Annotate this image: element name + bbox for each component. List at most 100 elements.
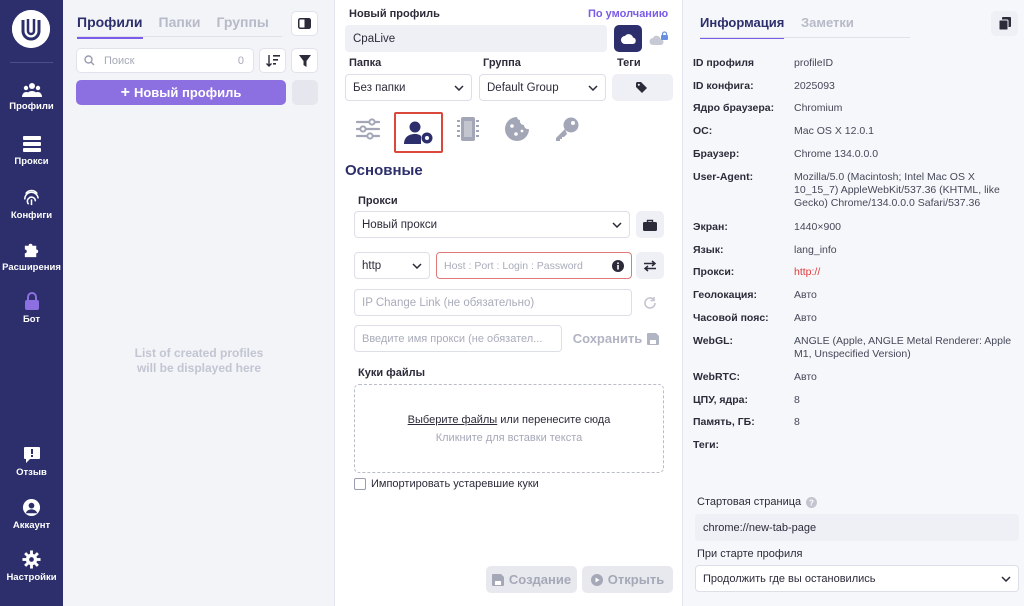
new-profile-extra-button[interactable] (292, 80, 318, 105)
fingerprint-icon (24, 189, 39, 206)
profile-name-input[interactable]: CpaLive (345, 25, 607, 52)
search-box[interactable]: Поиск 0 (76, 48, 254, 73)
new-profile-button[interactable]: + Новый профиль (76, 80, 286, 105)
cloud-button[interactable] (614, 25, 642, 52)
chevron-down-icon (612, 221, 622, 228)
filter-icon (298, 54, 311, 67)
group-select[interactable]: Default Group (479, 74, 606, 101)
info-value: Авто (794, 312, 817, 324)
local-storage-button[interactable] (646, 25, 672, 52)
drop-text: или перенесите сюда (500, 414, 611, 426)
info-key: Геолокация: (693, 289, 757, 301)
proxy-select[interactable]: Новый прокси (354, 211, 630, 238)
swap-icon (643, 259, 657, 272)
tab-hardware[interactable] (453, 114, 483, 144)
swap-button[interactable] (636, 252, 664, 279)
search-input[interactable]: Поиск (104, 55, 134, 67)
nav-item-proxies[interactable]: Прокси (0, 136, 63, 167)
protocol-value: http (362, 259, 382, 272)
info-panel: Информация Заметки ID профиля profileID I… (682, 0, 1024, 606)
nav-item-bot[interactable]: Бот (0, 292, 63, 325)
copy-info-button[interactable] (991, 11, 1018, 36)
info-key: Память, ГБ: (693, 416, 755, 428)
import-old-cookies-row[interactable]: Импортировать устаревшие куки (354, 478, 539, 490)
play-icon (590, 573, 603, 586)
cookies-dropzone[interactable]: Выберите файлы или перенесите сюда Кликн… (354, 384, 664, 473)
info-value: 8 (794, 394, 800, 406)
info-value: 1440×900 (794, 221, 842, 233)
svg-text:?: ? (809, 498, 814, 507)
tab-general-settings[interactable] (353, 114, 383, 144)
create-label: Создание (508, 572, 572, 587)
paste-text[interactable]: Кликните для вставки текста (355, 432, 663, 444)
tab-cookies[interactable] (501, 114, 533, 144)
proxy-value: Новый прокси (362, 218, 438, 231)
filter-button[interactable] (291, 48, 318, 73)
create-button[interactable]: Создание (486, 566, 577, 593)
floppy-icon (647, 332, 660, 345)
choose-files-link[interactable]: Выберите файлы (408, 414, 498, 426)
chip-icon (457, 117, 479, 141)
nav-item-feedback[interactable]: Отзыв (0, 446, 63, 478)
tab-profile-settings[interactable] (394, 112, 443, 153)
tab-security[interactable] (551, 114, 583, 144)
empty-line-2: will be displayed here (136, 361, 262, 375)
sliders-icon (355, 118, 381, 140)
toggle-panel-button[interactable] (291, 11, 318, 36)
start-page-label: Стартовая страница (697, 496, 802, 508)
proxy-manager-button[interactable] (636, 211, 664, 238)
info-value: Chrome 134.0.0.0 (794, 148, 879, 160)
chevron-down-icon (454, 84, 464, 91)
tag-icon (636, 81, 647, 93)
info-value: lang_info (794, 244, 837, 256)
nav-item-extensions[interactable]: Расширения (0, 240, 63, 273)
info-key: ЦПУ, ядра: (693, 394, 748, 406)
nav-item-profiles[interactable]: Профили (0, 82, 63, 112)
gear-icon (22, 550, 41, 569)
nav-item-account[interactable]: Аккаунт (0, 498, 63, 531)
info-key: Теги: (693, 439, 720, 451)
tags-button[interactable] (612, 74, 673, 101)
proxy-name-input[interactable]: Введите имя прокси (не обязател... (354, 325, 562, 352)
start-page-input[interactable]: chrome://new-tab-page (695, 514, 1019, 541)
proxy-host-placeholder: Host : Port : Login : Password (444, 259, 583, 272)
save-proxy-button[interactable]: Сохранить (568, 325, 664, 352)
sort-button[interactable] (259, 48, 286, 73)
app-logo[interactable] (12, 10, 50, 48)
folder-value: Без папки (353, 81, 406, 94)
import-old-cookies-checkbox[interactable] (354, 478, 366, 490)
puzzle-icon (24, 243, 39, 258)
info-icon (612, 259, 624, 272)
protocol-select[interactable]: http (354, 252, 430, 279)
tab-information[interactable]: Информация (700, 15, 785, 39)
nav-item-configs[interactable]: Конфиги (0, 188, 63, 221)
users-icon (21, 83, 42, 97)
info-value: profileID (794, 57, 834, 69)
info-value: Mozilla/5.0 (Macintosh; Intel Mac OS X 1… (794, 171, 1000, 209)
info-key: Часовой пояс: (693, 312, 769, 324)
main-nav: Профили Прокси Конфиги Расширения Бот От… (0, 0, 63, 606)
panel-icon (298, 18, 311, 29)
ip-change-link-input[interactable]: IP Change Link (не обязательно) (354, 289, 632, 316)
folder-select[interactable]: Без папки (345, 74, 472, 101)
open-button[interactable]: Открыть (582, 566, 673, 593)
nav-divider (10, 62, 53, 63)
help-icon[interactable]: ? (806, 496, 818, 508)
info-value: ANGLE (Apple, ANGLE Metal Renderer: Appl… (794, 335, 1012, 360)
info-tabs-underline (700, 37, 910, 38)
tab-notes[interactable]: Заметки (801, 15, 854, 30)
refresh-ip-button[interactable] (636, 289, 664, 316)
info-key: Экран: (693, 221, 728, 233)
chevron-down-icon (412, 262, 422, 269)
proxy-host-input[interactable]: Host : Port : Login : Password (436, 252, 632, 279)
info-key: ОС: (693, 125, 713, 137)
info-key: ID конфига: (693, 80, 754, 92)
info-proxy-value: http:// (794, 266, 821, 278)
cloud-icon (620, 33, 636, 44)
info-value: Mac OS X 12.0.1 (794, 125, 874, 137)
nav-item-settings[interactable]: Настройки (0, 550, 63, 583)
on-start-select[interactable]: Продолжить где вы остановились (695, 565, 1019, 592)
new-profile-label: Новый профиль (133, 85, 242, 100)
default-link[interactable]: По умолчанию (588, 8, 668, 20)
info-key: Язык: (693, 244, 724, 256)
